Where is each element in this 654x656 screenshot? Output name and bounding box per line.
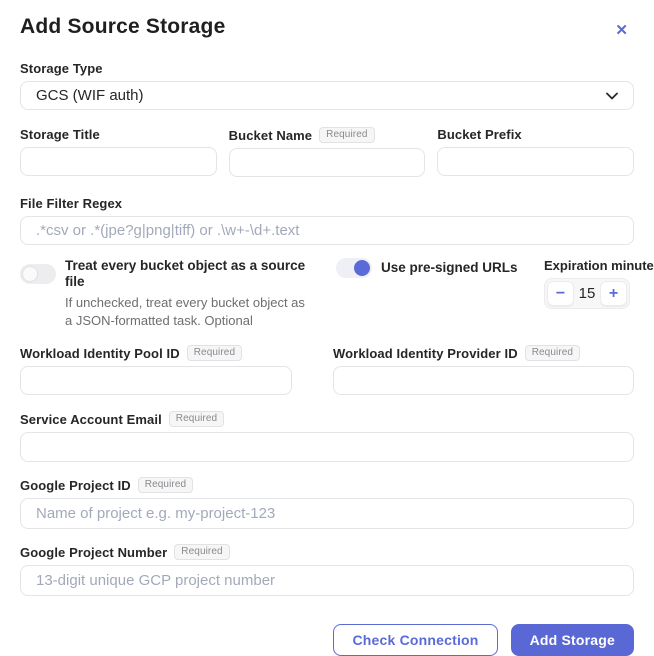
storage-type-group: Storage Type GCS (WIF auth) — [20, 61, 634, 110]
treat-every-object-toggle[interactable] — [20, 264, 56, 284]
workload-identity-row: Workload Identity Pool ID Required Workl… — [20, 345, 634, 395]
bucket-prefix-group: Bucket Prefix — [437, 127, 634, 177]
minus-icon[interactable]: − — [547, 281, 574, 306]
google-project-id-input[interactable] — [20, 498, 634, 529]
use-presigned-urls-toggle[interactable] — [336, 258, 372, 278]
file-filter-regex-input[interactable] — [20, 216, 634, 245]
required-badge: Required — [174, 544, 229, 560]
expiration-minutes-value: 15 — [574, 285, 600, 302]
modal-footer: Check Connection Add Storage — [20, 624, 634, 656]
bucket-name-group: Bucket Name Required — [229, 127, 426, 177]
toggle-knob — [22, 266, 38, 282]
required-badge: Required — [138, 477, 193, 493]
page-title: Add Source Storage — [20, 15, 225, 39]
google-project-number-input[interactable] — [20, 565, 634, 596]
toggle-knob — [354, 260, 370, 276]
workload-provider-group: Workload Identity Provider ID Required — [333, 345, 634, 395]
bucket-prefix-input[interactable] — [437, 147, 634, 176]
workload-pool-id-input[interactable] — [20, 366, 292, 395]
treat-every-object-group: Treat every bucket object as a source fi… — [20, 258, 320, 329]
google-project-number-label: Google Project Number — [20, 545, 167, 560]
add-storage-button[interactable]: Add Storage — [511, 624, 634, 656]
file-filter-group: File Filter Regex — [20, 196, 634, 245]
storage-type-select[interactable]: GCS (WIF auth) — [20, 81, 634, 110]
google-project-id-group: Google Project ID Required — [20, 477, 634, 529]
chevron-down-icon — [606, 92, 618, 100]
file-filter-regex-label: File Filter Regex — [20, 196, 634, 211]
workload-pool-group: Workload Identity Pool ID Required — [20, 345, 292, 395]
service-account-group: Service Account Email Required — [20, 411, 634, 462]
plus-icon[interactable]: + — [600, 281, 627, 306]
expiration-minutes-group: Expiration minutes − 15 + — [544, 258, 634, 329]
service-account-email-label: Service Account Email — [20, 412, 162, 427]
treat-every-object-help: If unchecked, treat every bucket object … — [65, 294, 315, 329]
bucket-name-input[interactable] — [229, 148, 426, 177]
workload-pool-id-label: Workload Identity Pool ID — [20, 346, 180, 361]
storage-type-selected-value: GCS (WIF auth) — [36, 87, 144, 104]
storage-type-label: Storage Type — [20, 61, 634, 76]
google-project-number-group: Google Project Number Required — [20, 544, 634, 596]
required-badge: Required — [187, 345, 242, 361]
use-presigned-urls-label: Use pre-signed URLs — [381, 260, 518, 276]
bucket-prefix-label: Bucket Prefix — [437, 127, 634, 142]
required-badge: Required — [169, 411, 224, 427]
modal-header: Add Source Storage ✕ — [20, 0, 634, 44]
check-connection-button[interactable]: Check Connection — [333, 624, 497, 656]
required-badge: Required — [319, 127, 374, 143]
bucket-name-label: Bucket Name — [229, 128, 312, 143]
required-badge: Required — [525, 345, 580, 361]
close-icon[interactable]: ✕ — [609, 17, 634, 44]
google-project-id-label: Google Project ID — [20, 478, 131, 493]
workload-provider-id-label: Workload Identity Provider ID — [333, 346, 518, 361]
presigned-urls-group: Use pre-signed URLs — [336, 258, 528, 329]
storage-title-group: Storage Title — [20, 127, 217, 177]
toggle-row: Treat every bucket object as a source fi… — [20, 258, 634, 329]
expiration-minutes-stepper: − 15 + — [544, 278, 630, 309]
workload-provider-id-input[interactable] — [333, 366, 634, 395]
storage-title-label: Storage Title — [20, 127, 217, 142]
treat-every-object-label: Treat every bucket object as a source fi… — [65, 258, 320, 290]
expiration-minutes-label: Expiration minutes — [544, 258, 634, 273]
bucket-row: Storage Title Bucket Name Required Bucke… — [20, 127, 634, 177]
storage-title-input[interactable] — [20, 147, 217, 176]
service-account-email-input[interactable] — [20, 432, 634, 462]
